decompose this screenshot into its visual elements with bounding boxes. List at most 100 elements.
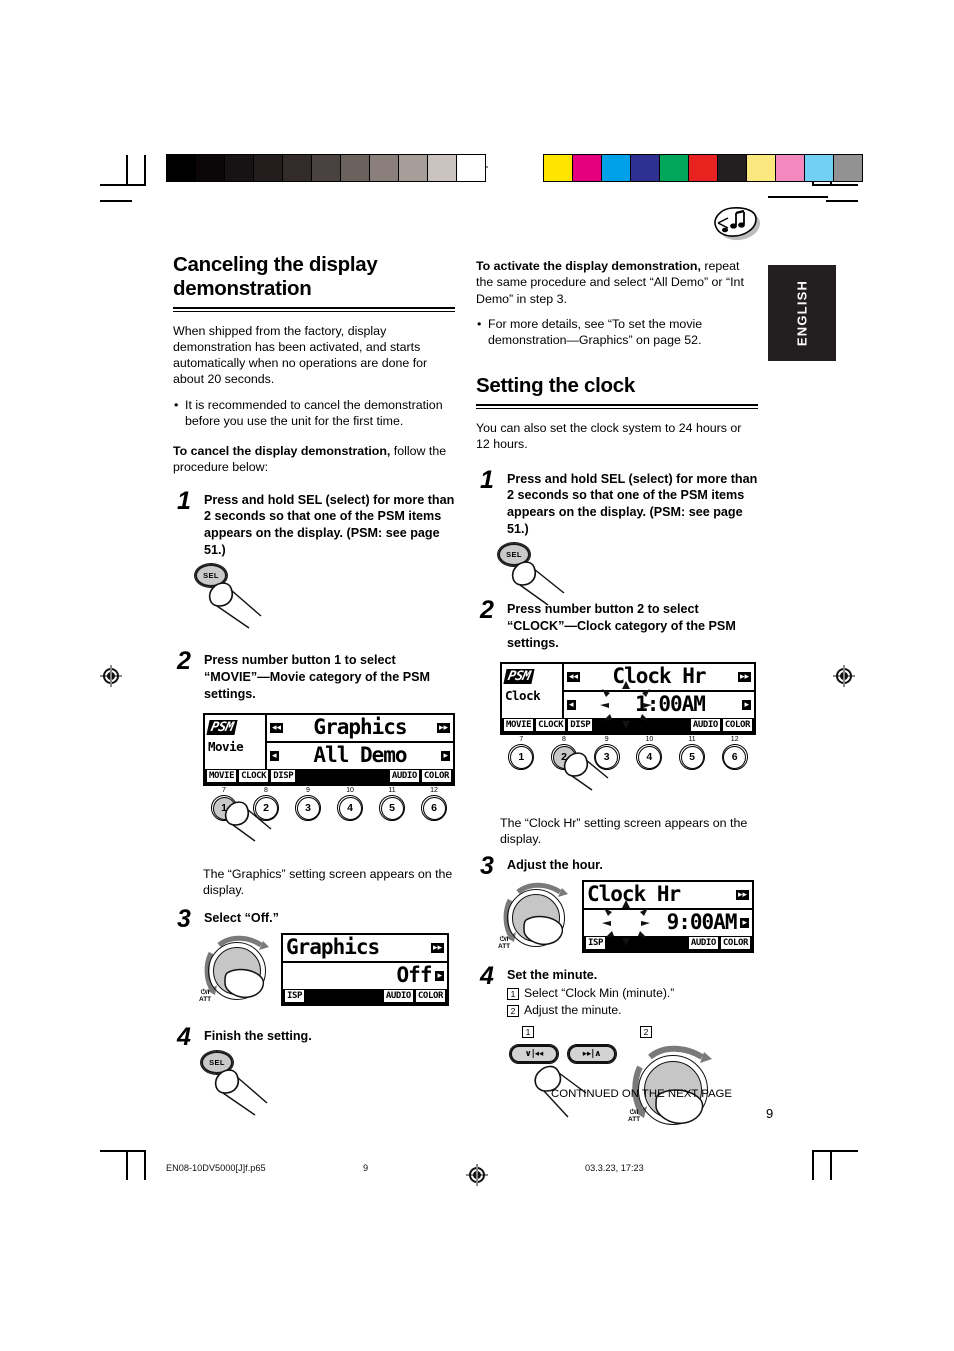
- clock-title-rule: [476, 404, 758, 410]
- lcd-movie-figure: PSM Movie ◂◂ Graphics ▸▸ ◂ All Demo ▸ MO…: [203, 712, 455, 842]
- language-tab-label: ENGLISH: [794, 279, 810, 347]
- preset-button-6[interactable]: 6: [421, 795, 447, 822]
- lcd-movie-line2-text: All Demo: [313, 743, 407, 768]
- volume-knob-graphics[interactable]: ⏻/I ATT: [197, 933, 275, 1005]
- preset-upper-number: 8: [562, 735, 566, 743]
- registration-mark-right: [833, 665, 855, 687]
- color-swatch: [660, 155, 689, 181]
- intro-bullet: It is recommended to cancel the demonstr…: [173, 397, 455, 430]
- lcd-movie-category: Movie: [208, 738, 244, 754]
- lcd-off-line1: Graphics ▸▸: [283, 935, 447, 963]
- preset-slot: 11 5: [671, 735, 714, 771]
- preset-button-3[interactable]: 3: [295, 795, 321, 822]
- preset-upper-number: 7: [519, 735, 524, 743]
- prev-arrow-icon: ◂◂: [270, 722, 284, 733]
- decrease-arrow-icon: ◂: [567, 699, 576, 710]
- activate-bold: To activate the display demonstration,: [476, 259, 701, 273]
- right-step-2: 2 Press number button 2 to select “CLOCK…: [476, 596, 758, 651]
- volume-knob-minute[interactable]: ⏻/I ATT: [624, 1043, 720, 1131]
- preset-upper-number: 11: [688, 735, 696, 743]
- preset-button-1[interactable]: 1: [508, 744, 535, 771]
- lcd-graphics-off-figure: Graphics ▸▸ Off ▸ ISP AUDIO COLOR: [281, 932, 449, 1006]
- side-tab-rule: [768, 196, 828, 198]
- lcd-tab-color: COLOR: [720, 937, 750, 950]
- print-page-number: 9: [363, 1163, 369, 1173]
- crop-mark-tl-v2: [144, 155, 146, 185]
- preset-button-4[interactable]: 4: [636, 744, 663, 771]
- substep-text: Adjust the minute.: [524, 1003, 622, 1018]
- lcd-tab-disp: DISP: [568, 719, 593, 732]
- crop-mark-br-h: [812, 1150, 858, 1152]
- left-step-3-figure: ⏻/I ATT Graphics ▸▸ Off ▸ ISP AUDIO COLO…: [197, 932, 455, 1006]
- lcd-clock-figure: PSM Clock ◂◂ Clock Hr ▸▸ ◂ 1:00AM ▸ MOVI…: [500, 661, 756, 791]
- preset-button-4[interactable]: 4: [337, 795, 363, 822]
- right-step-3-number: 3: [480, 852, 494, 881]
- left-step-2: 2 Press number button 1 to select “MOVIE…: [173, 647, 455, 702]
- color-swatch: [573, 155, 602, 181]
- language-tab-english: ENGLISH: [768, 265, 836, 361]
- next-arrow-icon: ▸▸: [430, 942, 444, 953]
- color-swatch: [718, 155, 747, 181]
- preset-button-5[interactable]: 5: [379, 795, 405, 822]
- lcd-off-tabbar: ISP AUDIO COLOR: [283, 988, 447, 1004]
- lcd-tab-clock: CLOCK: [536, 719, 566, 732]
- lcd-tab-movie: MOVIE: [207, 770, 237, 783]
- lcd-tab-movie: MOVIE: [504, 719, 534, 732]
- crop-mark-tl-v: [126, 155, 128, 185]
- preset-upper-number: 10: [346, 786, 354, 794]
- right-step-4-number: 4: [480, 961, 494, 990]
- preset-button-5[interactable]: 5: [679, 744, 706, 771]
- figure-marker-2: 2: [640, 1025, 652, 1038]
- lcd-clock-line2: ◂ 1:00AM ▸: [564, 680, 754, 729]
- lcd-clock-line1: ◂◂ Clock Hr ▸▸: [564, 664, 754, 692]
- color-swatch: [312, 155, 341, 181]
- volume-knob-hour[interactable]: ⏻/I ATT: [496, 880, 574, 952]
- lcd-tab-disp: DISP: [271, 770, 296, 783]
- lcd-clock-main: ◂◂ Clock Hr ▸▸ ◂ 1:00AM ▸: [564, 664, 754, 729]
- page-title-canceling-demo: Canceling the display demonstration: [173, 253, 378, 300]
- preset-button-6[interactable]: 6: [721, 744, 748, 771]
- crop-mark-bl-v2: [144, 1150, 146, 1180]
- color-swatch: [747, 155, 776, 181]
- lcd-off-line2-text: Off: [396, 963, 433, 988]
- lcd-clock-line1-text: Clock Hr: [612, 664, 706, 689]
- next-arrow-icon: ▸▸: [737, 671, 751, 682]
- grayscale-calibration-bar: [166, 154, 486, 182]
- preset-upper-number: 9: [306, 786, 310, 794]
- crop-mark-tr-h2: [826, 200, 858, 202]
- crop-mark-tr-h: [812, 184, 858, 186]
- increase-arrow-icon: ▸: [435, 970, 444, 981]
- color-swatch: [254, 155, 283, 181]
- color-swatch: [196, 155, 225, 181]
- lcd-hour-figure: Clock Hr ▸▸ 9:00AM ▸ ISP AUDIO COLOR: [582, 879, 754, 953]
- right-step-3: 3 Adjust the hour.: [476, 852, 758, 880]
- lcd-tab-isp: ISP: [285, 990, 305, 1003]
- preset-slot: 11 5: [371, 787, 413, 822]
- color-swatch: [457, 155, 485, 181]
- color-swatch: [834, 155, 862, 181]
- lcd-tab-clock: CLOCK: [239, 770, 269, 783]
- left-step-4-number: 4: [177, 1022, 191, 1051]
- lcd-tab-color: COLOR: [421, 770, 451, 783]
- lcd-hour-line2-text: 9:00AM: [666, 910, 738, 935]
- lcd-clock-psm-box: PSM Clock: [502, 663, 564, 718]
- decrease-arrow-icon: ◂: [270, 750, 279, 761]
- right-step-1-number: 1: [480, 465, 494, 494]
- intro-paragraph: When shipped from the factory, display d…: [173, 323, 428, 387]
- knob-label: ⏻/I ATT: [199, 988, 212, 1003]
- figure-marker-1: 1: [522, 1025, 534, 1038]
- lcd-hour-panel: Clock Hr ▸▸ 9:00AM ▸ ISP AUDIO COLOR: [582, 879, 754, 953]
- preset-upper-number: 7: [222, 786, 226, 794]
- color-swatch: [544, 155, 573, 181]
- right-step-2-number: 2: [480, 596, 494, 625]
- activate-paragraph: To activate the display demonstration, r…: [476, 258, 758, 307]
- left-step-1: 1 Press and hold SEL (select) for more t…: [173, 487, 455, 559]
- increase-arrow-icon: ▸: [742, 699, 751, 710]
- crop-mark-bl-h: [100, 1150, 146, 1152]
- color-calibration-bar: [543, 154, 863, 182]
- lcd-tab-color: COLOR: [722, 719, 752, 732]
- preset-slot: 71: [500, 735, 543, 771]
- next-arrow-icon: ▸▸: [436, 722, 450, 733]
- color-swatch: [776, 155, 805, 181]
- next-arrow-icon: ▸▸: [735, 889, 749, 900]
